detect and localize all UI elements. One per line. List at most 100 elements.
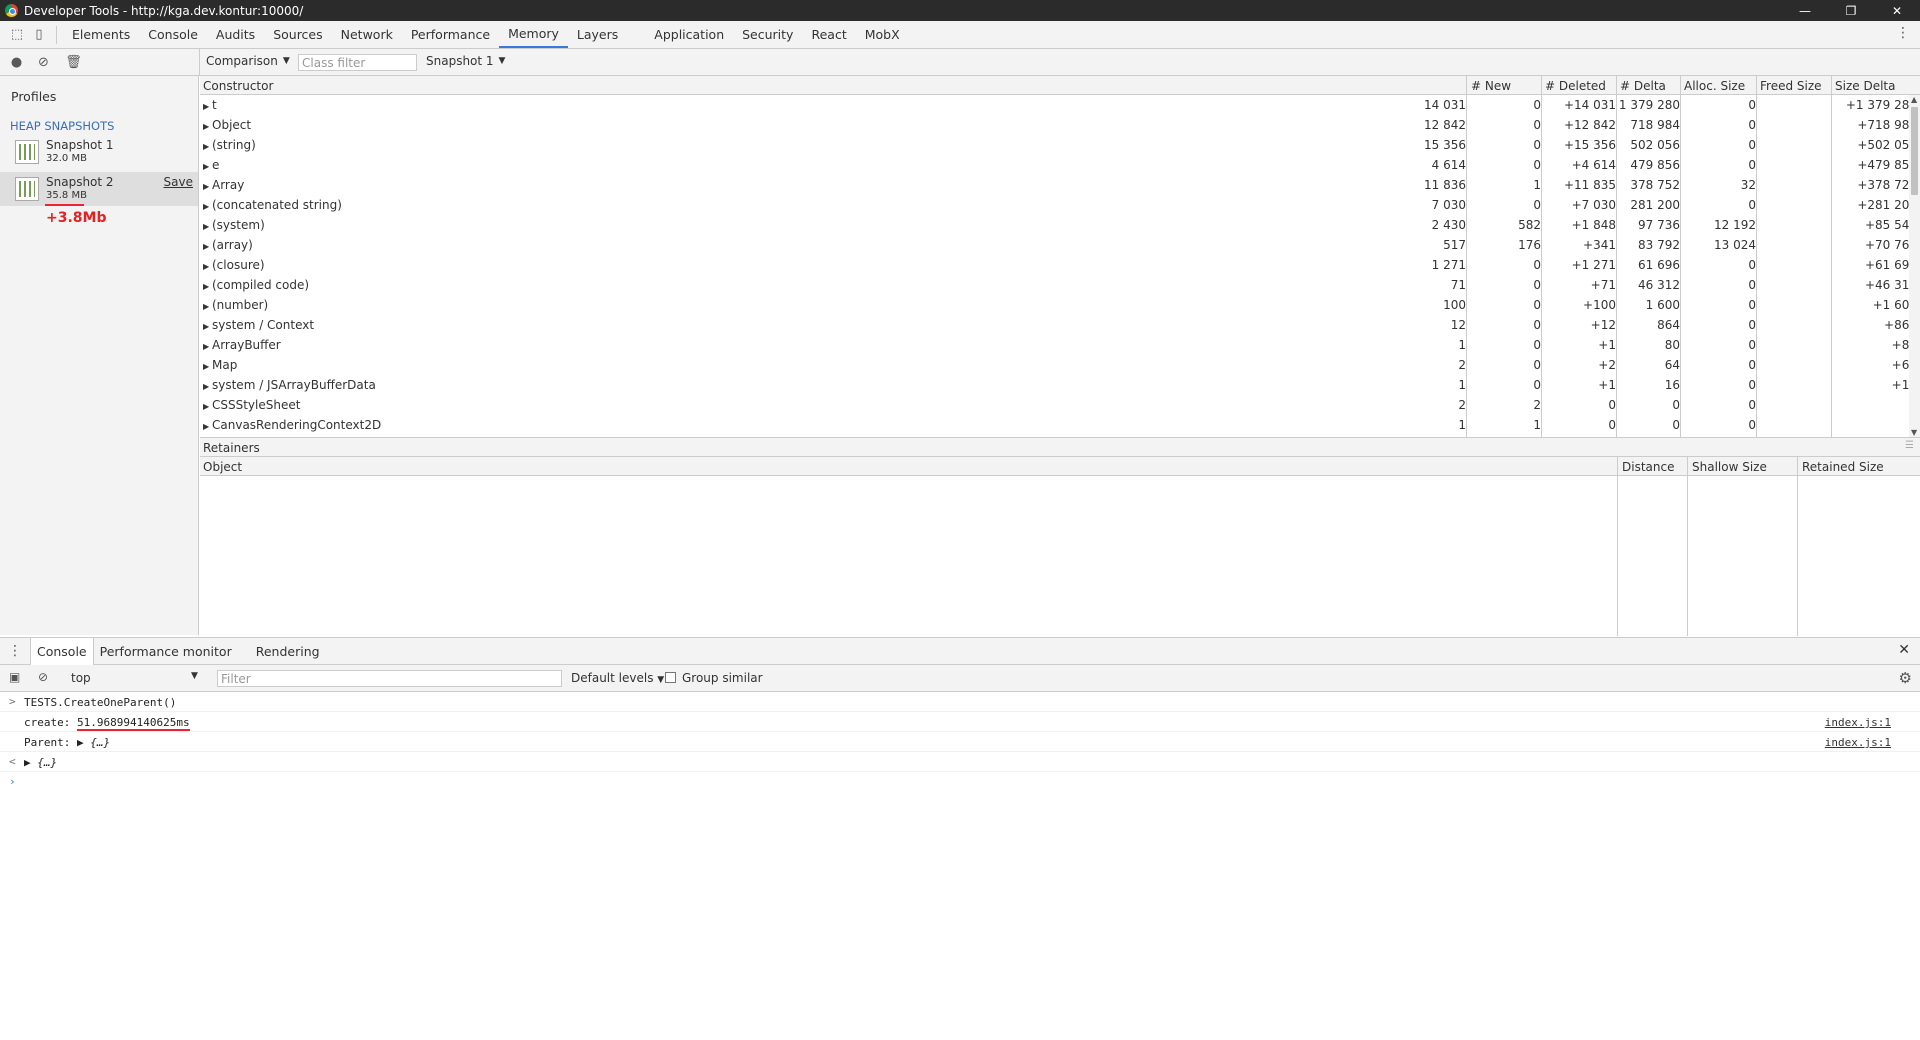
expand-triangle-icon[interactable]: ▶ — [203, 322, 212, 331]
table-row[interactable]: ▶ t 14 031 0 +14 031 1 379 280 0 +1 379 280 — [200, 95, 1917, 115]
column-shallow-size[interactable]: Shallow Size — [1692, 460, 1767, 474]
table-row[interactable]: ▶ (system) 2 430 582 +1 848 97 736 12 192 +85 5… — [200, 215, 1917, 235]
scroll-down-icon[interactable]: ▼ — [1911, 428, 1917, 437]
column-object[interactable]: Object — [203, 460, 242, 474]
tab-network[interactable]: Network — [332, 21, 402, 48]
tab-sources[interactable]: Sources — [264, 21, 331, 48]
table-row[interactable]: ▶ (concatenated string) 7 030 0 +7 030 281 20… — [200, 195, 1917, 215]
drawer-menu-icon[interactable]: ⋮ — [0, 643, 30, 659]
column-size-delta[interactable]: Size Delta — [1835, 79, 1895, 93]
base-snapshot-select[interactable]: Snapshot 1 ▼ — [426, 54, 505, 68]
save-snapshot-link[interactable]: Save — [164, 175, 193, 189]
tab-layers[interactable]: Layers — [568, 21, 627, 48]
close-drawer-icon[interactable]: ✕ — [1898, 642, 1910, 658]
snapshot-size: 32.0 MB — [46, 153, 87, 164]
tab-react[interactable]: React — [802, 21, 855, 48]
column-distance[interactable]: Distance — [1622, 460, 1674, 474]
gear-icon[interactable]: ⚙ — [1899, 669, 1912, 687]
tab-audits[interactable]: Audits — [207, 21, 264, 48]
column-delta[interactable]: # Delta — [1620, 79, 1666, 93]
more-options-icon[interactable]: ⋮ — [1896, 25, 1910, 41]
tab-application[interactable]: Application — [645, 21, 733, 48]
group-similar-checkbox[interactable] — [665, 672, 676, 683]
tab-memory[interactable]: Memory — [499, 21, 568, 48]
source-link[interactable]: index.js:1 — [1825, 736, 1891, 749]
trash-icon[interactable]: 🗑 — [60, 49, 87, 75]
expand-triangle-icon[interactable]: ▶ — [203, 162, 212, 171]
snapshot-item-selected[interactable]: Snapshot 2 35.8 MB Save — [0, 172, 198, 206]
table-row[interactable]: ▶ ArrayBuffer 1 0 +1 80 0 +80 — [200, 335, 1917, 355]
record-icon[interactable]: ● — [3, 49, 30, 75]
expand-triangle-icon[interactable]: ▶ — [203, 202, 212, 211]
close-window-button[interactable]: ✕ — [1874, 0, 1920, 21]
expand-triangle-icon[interactable]: ▶ — [203, 242, 212, 251]
clear-icon[interactable]: ⊘ — [30, 49, 57, 75]
constructor-name: CSSStyleSheet — [212, 398, 301, 412]
table-row[interactable]: ▶CSSStyleSheet220000 — [200, 395, 1917, 415]
tab-elements[interactable]: Elements — [63, 21, 139, 48]
drawer-tab-console[interactable]: Console — [30, 637, 94, 665]
cell-delta: 0 — [1608, 398, 1616, 412]
column-freed-size[interactable]: Freed Size — [1760, 79, 1822, 93]
sidebar-toggle-icon[interactable]: ▣ — [9, 670, 20, 684]
snapshot-item[interactable]: Snapshot 1 32.0 MB — [0, 135, 198, 169]
tab-security[interactable]: Security — [733, 21, 802, 48]
table-row[interactable]: ▶ (number) 100 0 +100 1 600 0 +1 600 — [200, 295, 1917, 315]
object-preview[interactable]: ▶ {…} — [24, 756, 57, 769]
levels-select[interactable]: Default levels ▼ — [571, 671, 664, 685]
expand-triangle-icon[interactable]: ▶ — [203, 302, 212, 311]
expand-triangle-icon[interactable]: ▶ — [203, 142, 212, 151]
expand-triangle-icon[interactable]: ▶ — [203, 382, 212, 391]
source-link[interactable]: index.js:1 — [1825, 716, 1891, 729]
console-filter-input[interactable] — [217, 670, 562, 687]
expand-triangle-icon[interactable]: ▶ — [203, 282, 212, 291]
expand-triangle-icon[interactable]: ▶ — [203, 422, 212, 431]
table-row[interactable]: ▶ (array) 517 176 +341 83 792 13 024 +70 768 — [200, 235, 1917, 255]
devtools-window: Developer Tools - http://kga.dev.kontur:… — [0, 0, 1920, 1040]
expand-triangle-icon[interactable]: ▶ — [203, 342, 212, 351]
drawer-tab-rendering[interactable]: Rendering — [250, 638, 326, 665]
clear-console-icon[interactable]: ⊘ — [38, 670, 48, 684]
table-row[interactable]: ▶CanvasRenderingContext2D110000 — [200, 415, 1917, 435]
column-constructor[interactable]: Constructor — [203, 79, 273, 93]
expand-triangle-icon[interactable]: ▶ — [203, 182, 212, 191]
tab-performance[interactable]: Performance — [402, 21, 499, 48]
drawer-tab-performance-monitor[interactable]: Performance monitor — [94, 638, 238, 665]
table-row[interactable]: ▶ (compiled code) 71 0 +71 46 312 0 +46 312 — [200, 275, 1917, 295]
cell-deleted: 0 — [1533, 278, 1541, 292]
table-row[interactable]: ▶ system / Context 12 0 +12 864 0 +864 — [200, 315, 1917, 335]
class-filter-input[interactable] — [298, 54, 417, 71]
device-toolbar-icon[interactable]: ▯ — [28, 24, 50, 46]
table-row[interactable]: ▶ Map 2 0 +2 64 0 +64 — [200, 355, 1917, 375]
expand-triangle-icon[interactable]: ▶ — [203, 222, 212, 231]
table-row[interactable]: ▶ (closure) 1 271 0 +1 271 61 696 0 +61 696 — [200, 255, 1917, 275]
context-select[interactable]: top — [71, 671, 91, 685]
table-row[interactable]: ▶ e 4 614 0 +4 614 479 856 0 +479 856 — [200, 155, 1917, 175]
column-retained-size[interactable]: Retained Size — [1802, 460, 1884, 474]
column-alloc-size[interactable]: Alloc. Size — [1684, 79, 1745, 93]
expand-triangle-icon[interactable]: ▶ — [203, 262, 212, 271]
object-preview[interactable]: ▶ {…} — [77, 736, 110, 749]
table-row[interactable]: ▶ (string) 15 356 0 +15 356 502 056 0 +502 056 — [200, 135, 1917, 155]
inspect-element-icon[interactable]: ⬚ — [6, 24, 28, 46]
table-row[interactable]: ▶ Object 12 842 0 +12 842 718 984 0 +718 984 — [200, 115, 1917, 135]
grid-scrollbar[interactable]: ▲ ▼ — [1909, 95, 1920, 437]
expand-triangle-icon[interactable]: ▶ — [203, 102, 212, 111]
console-prompt-line[interactable]: › — [0, 772, 1920, 792]
expand-triangle-icon[interactable]: ▶ — [203, 402, 212, 411]
resize-grip-icon[interactable]: ☰ — [1905, 440, 1914, 451]
scroll-up-icon[interactable]: ▲ — [1911, 95, 1917, 104]
minimize-button[interactable]: — — [1782, 0, 1828, 21]
column-deleted[interactable]: # Deleted — [1545, 79, 1606, 93]
expand-triangle-icon[interactable]: ▶ — [203, 362, 212, 371]
column-new[interactable]: # New — [1471, 79, 1511, 93]
table-row[interactable]: ▶ system / JSArrayBufferData 1 0 +1 16 0 +16 — [200, 375, 1917, 395]
table-row[interactable]: ▶ Array 11 836 1 +11 835 378 752 32 +378 720 — [200, 175, 1917, 195]
view-mode-select[interactable]: Comparison ▼ — [206, 54, 290, 68]
expand-triangle-icon[interactable]: ▶ — [203, 122, 212, 131]
scrollbar-thumb[interactable] — [1911, 107, 1918, 195]
tab-console[interactable]: Console — [139, 21, 207, 48]
restore-button[interactable]: ❐ — [1828, 0, 1874, 21]
cell-deleted: 1 — [1533, 418, 1541, 432]
tab-mobx[interactable]: MobX — [856, 21, 909, 48]
